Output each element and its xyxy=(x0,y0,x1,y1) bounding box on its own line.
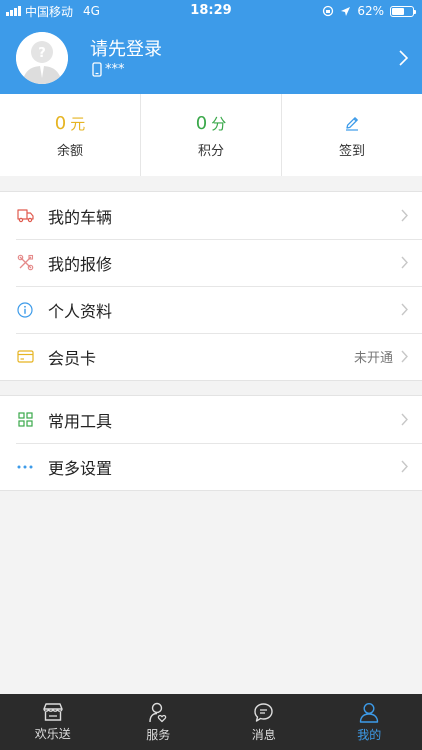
menu-label: 个人资料 xyxy=(48,301,113,321)
menu-item-more-settings[interactable]: 更多设置 xyxy=(0,443,422,490)
tab-service[interactable]: 服务 xyxy=(106,694,212,750)
menu-group-secondary: 常用工具 更多设置 xyxy=(0,395,422,491)
tab-messages[interactable]: 消息 xyxy=(211,694,317,750)
menu-label: 更多设置 xyxy=(48,458,113,478)
phone-icon xyxy=(92,62,102,77)
rotation-lock-icon xyxy=(323,5,334,17)
status-bar: 中国移动 4G 18:29 62% xyxy=(0,0,422,22)
chevron-right-icon[interactable] xyxy=(399,50,408,66)
store-icon xyxy=(43,703,63,721)
truck-icon xyxy=(16,207,34,225)
checkin-label: 签到 xyxy=(338,144,365,159)
menu-item-my-repairs[interactable]: 我的报修 xyxy=(0,239,422,286)
chevron-right-icon xyxy=(401,209,408,222)
more-icon xyxy=(16,458,34,476)
tab-label: 服务 xyxy=(146,727,171,742)
grid-icon xyxy=(16,411,34,429)
pencil-icon xyxy=(346,117,358,131)
menu-label: 常用工具 xyxy=(48,411,113,431)
phone-masked: *** xyxy=(105,62,125,77)
avatar[interactable]: ? xyxy=(16,32,68,84)
points-value: 0 xyxy=(195,112,208,134)
stat-balance[interactable]: 0元 余额 xyxy=(0,94,141,176)
location-icon xyxy=(341,6,351,16)
tab-label: 消息 xyxy=(251,727,276,742)
chevron-right-icon xyxy=(401,256,408,269)
menu-item-member-card[interactable]: 会员卡 未开通 xyxy=(0,333,422,380)
menu-group-primary: 我的车辆 我的报修 个人资料 会员卡 未开通 xyxy=(0,191,422,381)
tab-label: 欢乐送 xyxy=(34,727,71,741)
balance-label: 余额 xyxy=(56,144,83,159)
card-icon xyxy=(16,348,34,366)
chevron-right-icon xyxy=(401,303,408,316)
profile-header[interactable]: ? 请先登录 *** xyxy=(0,22,422,94)
points-unit: 分 xyxy=(211,114,227,133)
tab-home[interactable]: 欢乐送 xyxy=(0,694,106,750)
chevron-right-icon xyxy=(401,460,408,473)
menu-label: 会员卡 xyxy=(48,348,97,368)
tools-icon xyxy=(16,254,34,272)
info-icon xyxy=(16,301,34,319)
chevron-right-icon xyxy=(401,350,408,363)
menu-item-common-tools[interactable]: 常用工具 xyxy=(0,396,422,443)
menu-item-personal-info[interactable]: 个人资料 xyxy=(0,286,422,333)
balance-value: 0 xyxy=(54,112,67,134)
stat-points[interactable]: 0分 积分 xyxy=(141,94,282,176)
user-icon xyxy=(360,702,379,723)
service-icon xyxy=(149,702,167,722)
battery-percent: 62% xyxy=(357,4,384,18)
chevron-right-icon xyxy=(401,413,408,426)
menu-label: 我的车辆 xyxy=(48,207,113,227)
points-label: 积分 xyxy=(197,144,224,159)
svg-text:?: ? xyxy=(38,46,46,61)
login-prompt[interactable]: 请先登录 xyxy=(90,35,162,61)
account-stats: 0元 余额 0分 积分 签到 xyxy=(0,94,422,176)
tab-bar: 欢乐送 服务 消息 我的 xyxy=(0,694,422,750)
checkin-button[interactable]: 签到 xyxy=(282,94,422,176)
tab-label: 我的 xyxy=(357,727,382,742)
message-icon xyxy=(254,702,273,722)
member-card-status: 未开通 xyxy=(353,351,393,366)
balance-unit: 元 xyxy=(70,114,86,133)
menu-label: 我的报修 xyxy=(48,254,113,274)
battery-icon xyxy=(390,5,416,17)
menu-item-my-vehicles[interactable]: 我的车辆 xyxy=(0,192,422,239)
tab-mine[interactable]: 我的 xyxy=(317,694,422,750)
